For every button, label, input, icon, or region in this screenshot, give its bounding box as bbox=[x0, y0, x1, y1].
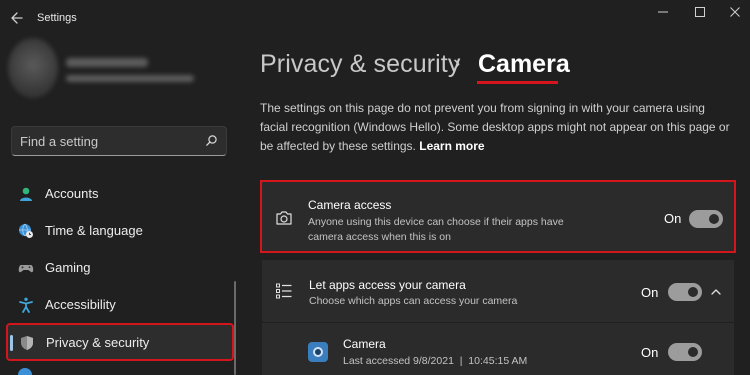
sidebar-item-gaming[interactable]: Gaming bbox=[8, 251, 232, 285]
minimize-button[interactable] bbox=[648, 2, 678, 22]
sidebar-item-label: Time & language bbox=[45, 223, 143, 238]
camera-access-state: On bbox=[664, 211, 682, 226]
next-nav-icon bbox=[18, 368, 32, 375]
maximize-icon bbox=[695, 7, 705, 17]
app-state: On bbox=[641, 345, 659, 360]
avatar[interactable] bbox=[8, 38, 58, 98]
breadcrumb-parent[interactable]: Privacy & security bbox=[260, 50, 460, 79]
list-icon bbox=[276, 283, 292, 299]
toggle-knob bbox=[688, 287, 698, 297]
let-apps-toggle[interactable] bbox=[668, 283, 702, 301]
app-row-camera[interactable]: Camera Last accessed 9/8/2021 | 10:45:15… bbox=[262, 323, 734, 375]
globe-clock-icon bbox=[19, 223, 33, 238]
let-apps-subtitle: Choose which apps can access your camera bbox=[309, 295, 518, 307]
search-box[interactable] bbox=[11, 126, 227, 156]
shield-icon bbox=[21, 336, 33, 350]
minimize-icon bbox=[658, 11, 668, 13]
close-button[interactable] bbox=[720, 2, 750, 22]
page-description: The settings on this page do not prevent… bbox=[260, 99, 730, 156]
page-title-underline bbox=[477, 81, 558, 84]
camera-access-card[interactable]: Camera access Anyone using this device c… bbox=[260, 180, 736, 253]
close-icon bbox=[730, 7, 740, 17]
page-title: Camera bbox=[478, 50, 570, 78]
camera-access-subtitle-2: camera access when this is on bbox=[308, 231, 451, 243]
accounts-icon bbox=[20, 187, 32, 201]
sidebar-scrollbar[interactable] bbox=[234, 281, 236, 375]
learn-more-link[interactable]: Learn more bbox=[419, 139, 484, 153]
let-apps-state: On bbox=[641, 285, 659, 300]
profile-name bbox=[66, 58, 148, 67]
active-indicator bbox=[10, 335, 13, 351]
search-input[interactable] bbox=[20, 127, 200, 155]
sidebar-item-accessibility[interactable]: Accessibility bbox=[8, 288, 232, 322]
app-name: Camera bbox=[343, 337, 386, 351]
description-text: The settings on this page do not prevent… bbox=[260, 101, 730, 153]
back-arrow-icon bbox=[11, 12, 23, 24]
sidebar-item-label: Gaming bbox=[45, 260, 91, 275]
breadcrumb-separator: › bbox=[453, 50, 461, 75]
app-last-accessed: Last accessed 9/8/2021 | 10:45:15 AM bbox=[343, 355, 528, 367]
sidebar-item-accounts[interactable]: Accounts bbox=[8, 177, 232, 211]
let-apps-access-card[interactable]: Let apps access your camera Choose which… bbox=[262, 260, 734, 322]
toggle-knob bbox=[709, 214, 719, 224]
sidebar-item-label: Accounts bbox=[45, 186, 99, 201]
sidebar-item-privacy-security[interactable]: Privacy & security bbox=[6, 323, 234, 361]
profile-email bbox=[66, 75, 194, 82]
gamepad-icon bbox=[18, 265, 34, 273]
camera-access-title: Camera access bbox=[308, 198, 392, 212]
maximize-button[interactable] bbox=[685, 2, 715, 22]
camera-icon bbox=[276, 211, 292, 225]
let-apps-title: Let apps access your camera bbox=[309, 278, 466, 292]
camera-access-subtitle-1: Anyone using this device can choose if t… bbox=[308, 216, 564, 228]
sidebar-item-label: Privacy & security bbox=[46, 335, 150, 350]
sidebar-item-label: Accessibility bbox=[45, 297, 116, 312]
toggle-knob bbox=[688, 347, 698, 357]
camera-app-icon bbox=[308, 342, 328, 362]
camera-access-toggle[interactable] bbox=[689, 210, 723, 228]
search-icon[interactable] bbox=[205, 134, 218, 147]
accessibility-icon bbox=[19, 297, 33, 313]
camera-app-toggle[interactable] bbox=[668, 343, 702, 361]
back-button[interactable] bbox=[8, 8, 28, 28]
app-title: Settings bbox=[37, 12, 77, 24]
sidebar-item-time-language[interactable]: Time & language bbox=[8, 214, 232, 248]
chevron-up-icon[interactable] bbox=[709, 285, 723, 299]
